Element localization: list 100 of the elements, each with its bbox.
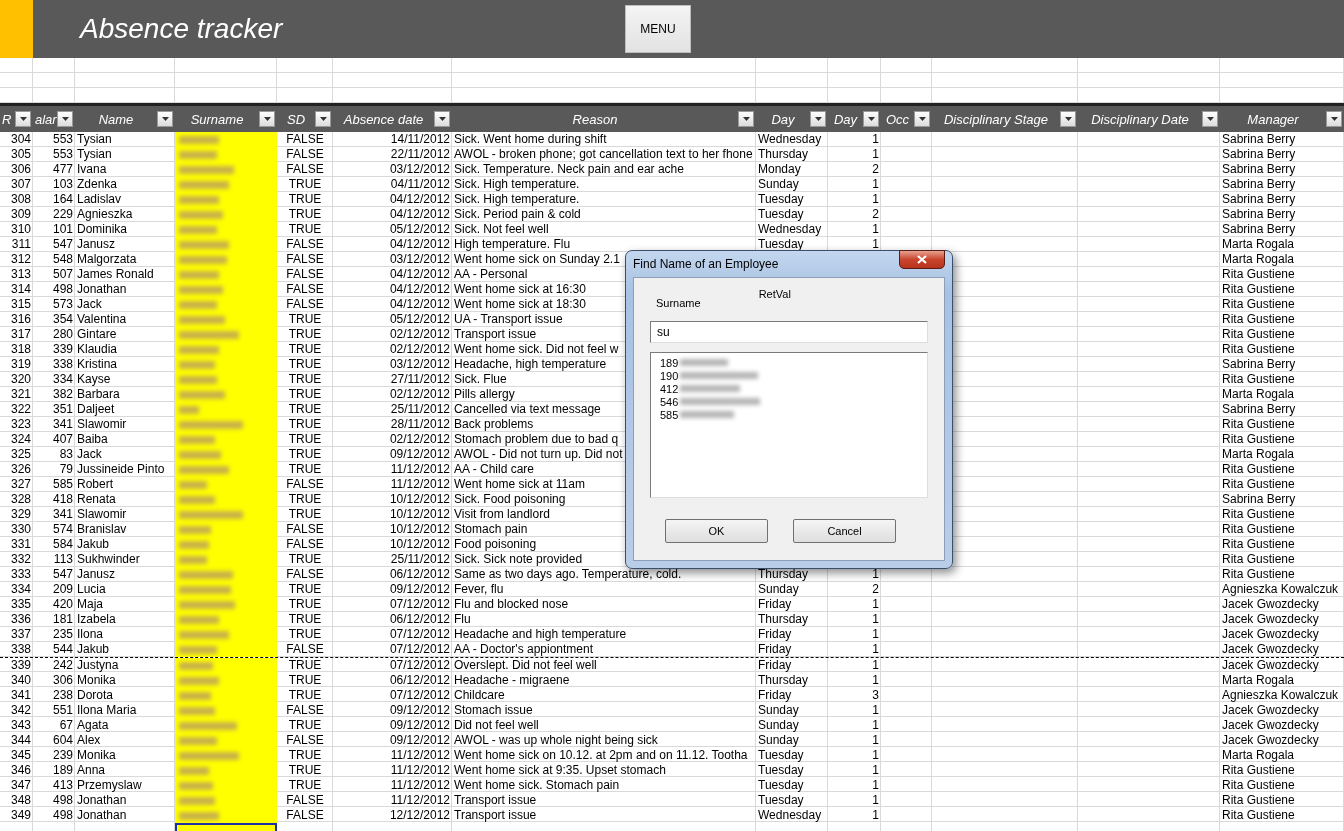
blurred-text: [179, 721, 237, 730]
table-cell: 553: [52, 147, 73, 161]
table-cell: TRUE: [288, 417, 322, 431]
table-cell: 309: [10, 207, 31, 221]
table-cell: 02/12/2012: [389, 342, 450, 356]
dialog-title: Find Name of an Employee: [633, 257, 779, 271]
table-cell: Ilona Maria: [77, 703, 137, 717]
table-cell: 308: [10, 192, 31, 206]
table-cell: Rita Gustiene: [1222, 477, 1295, 491]
table-cell: TRUE: [288, 327, 322, 341]
table-cell: TRUE: [288, 312, 322, 326]
cancel-button[interactable]: Cancel: [793, 519, 896, 543]
blurred-text: [179, 645, 217, 654]
table-cell: 1: [872, 658, 879, 672]
table-cell: 181: [52, 612, 73, 626]
table-cell: 242: [52, 658, 73, 672]
table-cell: 1: [872, 793, 879, 807]
filter-dropdown-button[interactable]: [738, 111, 754, 127]
table-cell: 341: [52, 507, 73, 521]
table-cell: 09/12/2012: [389, 582, 450, 596]
table-cell: Sunday: [758, 718, 799, 732]
filter-dropdown-button[interactable]: [914, 111, 930, 127]
table-cell: 06/12/2012: [389, 567, 450, 581]
filter-dropdown-button[interactable]: [863, 111, 879, 127]
table-cell: 306: [52, 673, 73, 687]
filter-dropdown-button[interactable]: [157, 111, 173, 127]
table-cell: 11/12/2012: [390, 477, 450, 491]
list-item[interactable]: 189: [660, 356, 679, 369]
caret-icon: [1064, 117, 1072, 121]
filter-dropdown-button[interactable]: [57, 111, 73, 127]
table-cell: 02/12/2012: [389, 327, 450, 341]
table-cell: Jacek Gwozdecky: [1222, 612, 1319, 626]
filter-dropdown-button[interactable]: [434, 111, 450, 127]
table-cell: 1: [872, 703, 879, 717]
table-cell: 324: [10, 432, 31, 446]
table-cell: James Ronald: [77, 267, 154, 281]
table-cell: Rita Gustiene: [1222, 297, 1295, 311]
table-cell: Izabela: [77, 612, 116, 626]
table-cell: 342: [10, 703, 31, 717]
table-cell: Fever, flu: [454, 582, 504, 596]
table-cell: 305: [10, 147, 31, 161]
table-cell: Stomach problem due to bad q: [454, 432, 619, 446]
table-cell: Jonathan: [77, 808, 127, 822]
table-cell: Stomach pain: [454, 522, 528, 536]
filter-dropdown-button[interactable]: [1202, 111, 1218, 127]
table-cell: Dorota: [77, 688, 114, 702]
table-cell: TRUE: [288, 688, 322, 702]
table-cell: Lucia: [77, 582, 106, 596]
table-cell: 339: [52, 342, 73, 356]
list-item[interactable]: 412: [660, 382, 679, 395]
table-cell: FALSE: [286, 162, 324, 176]
table-cell: 09/12/2012: [389, 718, 450, 732]
results-list[interactable]: 189 190 412 546 585: [650, 352, 928, 498]
table-cell: Wednesday: [758, 132, 822, 146]
table-cell: 341: [52, 417, 73, 431]
table-cell: Jack: [77, 447, 102, 461]
table-cell: 27/11/2012: [390, 372, 450, 386]
table-cell: FALSE: [286, 252, 324, 266]
table-cell: 584: [52, 537, 73, 551]
table-cell: Baiba: [77, 432, 108, 446]
filter-dropdown-button[interactable]: [15, 111, 31, 127]
blurred-text: [179, 465, 229, 474]
blurred-text: [179, 811, 219, 820]
filter-dropdown-button[interactable]: [259, 111, 275, 127]
table-cell: Gintare: [77, 327, 117, 341]
blurred-text: [179, 330, 239, 339]
menu-button[interactable]: MENU: [625, 5, 691, 53]
list-item[interactable]: 546: [660, 395, 679, 408]
table-cell: Headache - migraene: [454, 673, 570, 687]
table-cell: Sunday: [758, 582, 799, 596]
table-cell: Agnieszka: [77, 207, 133, 221]
table-cell: TRUE: [288, 507, 322, 521]
table-cell: AWOL - was up whole night being sick: [454, 733, 658, 747]
table-cell: Rita Gustiene: [1222, 763, 1295, 777]
list-item[interactable]: 585: [660, 408, 679, 421]
list-item[interactable]: 190: [660, 369, 679, 382]
table-cell: 03/12/2012: [389, 357, 450, 371]
table-cell: 164: [52, 192, 73, 206]
ok-button[interactable]: OK: [665, 519, 768, 543]
table-cell: Tysian: [77, 132, 112, 146]
filter-dropdown-button[interactable]: [810, 111, 826, 127]
table-cell: 498: [52, 282, 73, 296]
table-cell: Went home sick on 10.12. at 2pm and on 11.12. Tootha: [454, 748, 748, 762]
search-field[interactable]: su: [650, 321, 928, 343]
table-cell: Rita Gustiene: [1222, 327, 1295, 341]
table-cell: 09/12/2012: [389, 703, 450, 717]
blurred-text: [179, 796, 215, 805]
blurred-text: [680, 359, 729, 366]
table-cell: TRUE: [288, 763, 322, 777]
table-cell: 11/12/2012: [390, 748, 450, 762]
filter-dropdown-button[interactable]: [315, 111, 331, 127]
table-cell: Tuesday: [758, 237, 804, 251]
table-cell: 28/11/2012: [390, 417, 450, 431]
close-button[interactable]: [899, 250, 945, 269]
filter-dropdown-button[interactable]: [1326, 111, 1342, 127]
table-cell: 382: [52, 387, 73, 401]
table-cell: Justyna: [77, 658, 119, 672]
table-cell: 22/11/2012: [390, 147, 450, 161]
filter-dropdown-button[interactable]: [1060, 111, 1076, 127]
table-cell: 1: [872, 567, 879, 581]
